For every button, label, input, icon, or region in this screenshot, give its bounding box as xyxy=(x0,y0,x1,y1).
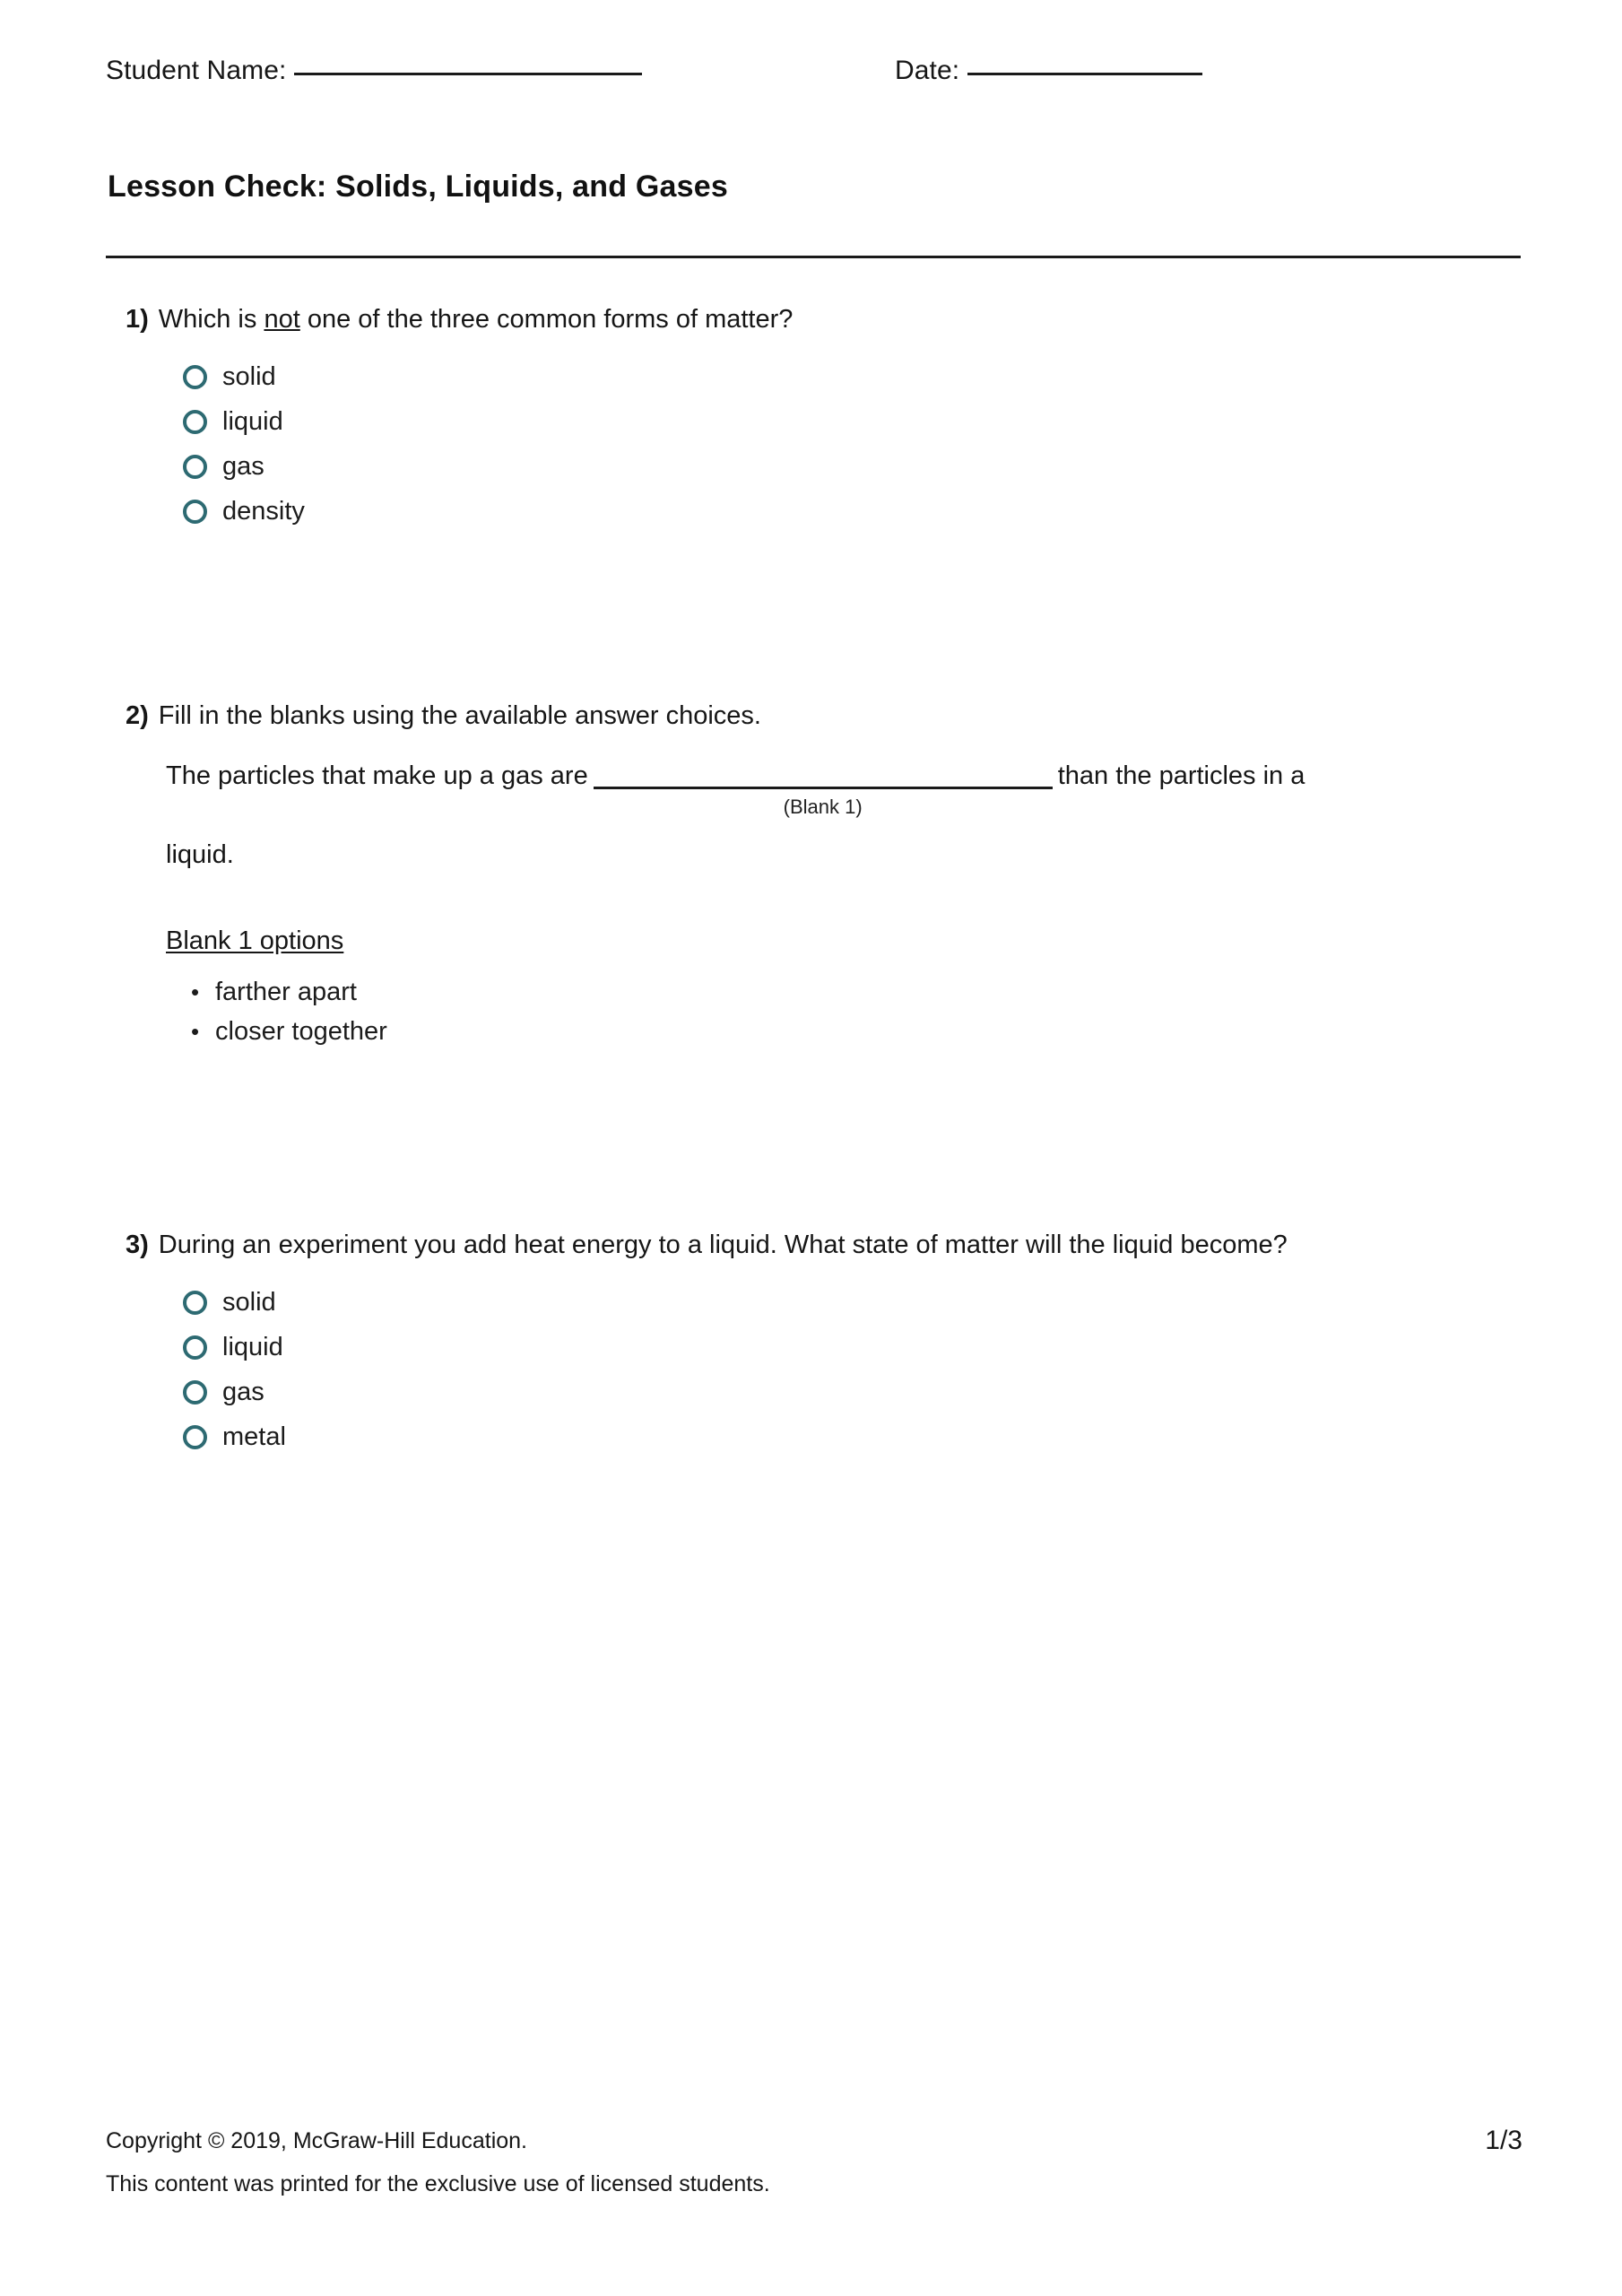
question-2-fill-in-sentence: The particles that make up a gas are (Bla… xyxy=(126,754,1524,876)
question-1-prompt: Which is not one of the three common for… xyxy=(159,301,1524,338)
radio-button-icon[interactable] xyxy=(183,454,207,479)
date-field: Date: xyxy=(895,56,1203,86)
radio-button-icon[interactable] xyxy=(183,499,207,524)
question-3-header: 3) During an experiment you add heat ene… xyxy=(126,1227,1399,1264)
page-footer: Copyright © 2019, McGraw-Hill Education.… xyxy=(106,2127,1522,2197)
question-1-prompt-part-2: one of the three common forms of matter? xyxy=(299,305,794,334)
worksheet-page: Student Name: Date: Lesson Check: Solids… xyxy=(0,0,1622,2296)
question-1-prompt-emphasis: not xyxy=(264,305,300,334)
question-2-prompt: Fill in the blanks using the available a… xyxy=(158,701,761,730)
student-name-write-line[interactable] xyxy=(294,73,643,75)
blank-1-write-line[interactable] xyxy=(593,787,1053,789)
radio-button-icon[interactable] xyxy=(183,364,207,389)
page-title: Lesson Check: Solids, Liquids, and Gases xyxy=(108,170,728,204)
question-2-sentence-line-2: liquid. xyxy=(166,840,234,869)
choice-label: solid xyxy=(222,1287,276,1317)
question-1-prompt-part-1: Which is xyxy=(158,305,265,334)
question-3-choice-liquid[interactable]: liquid xyxy=(183,1325,1399,1370)
question-1-choice-gas[interactable]: gas xyxy=(183,444,1524,489)
sentence-segment-start: The particles that make up a gas are xyxy=(166,761,588,790)
question-3-choice-solid[interactable]: solid xyxy=(183,1280,1399,1325)
license-notice: This content was printed for the exclusi… xyxy=(106,2171,770,2196)
date-label: Date: xyxy=(895,56,960,85)
student-name-label: Student Name: xyxy=(106,56,287,85)
student-name-field: Student Name: xyxy=(106,56,895,86)
choice-label: gas xyxy=(222,451,265,481)
page-number: 1/3 xyxy=(1485,2126,1522,2155)
blank-1-options-heading: Blank 1 options xyxy=(166,926,344,955)
radio-button-icon[interactable] xyxy=(183,1424,207,1449)
question-1-number: 1) xyxy=(126,305,149,334)
sentence-segment-middle: than the particles in a xyxy=(1057,761,1305,790)
question-2-number: 2) xyxy=(126,701,149,730)
footer-text-block: Copyright © 2019, McGraw-Hill Education.… xyxy=(106,2127,770,2197)
blank-1-answer-area[interactable]: (Blank 1) xyxy=(593,781,1053,817)
title-divider xyxy=(106,256,1521,258)
date-write-line[interactable] xyxy=(967,73,1203,75)
question-1-choice-density[interactable]: density xyxy=(183,489,1524,534)
option-item[interactable]: closer together xyxy=(191,1012,1524,1051)
choice-label: gas xyxy=(222,1377,265,1406)
question-1: 1) Which is not one of the three common … xyxy=(126,301,1524,534)
radio-button-icon[interactable] xyxy=(183,1379,207,1405)
question-3-choice-gas[interactable]: gas xyxy=(183,1370,1399,1414)
question-2-options-block: Blank 1 options farther apart closer tog… xyxy=(126,926,1524,1051)
choice-label: solid xyxy=(222,361,276,391)
radio-button-icon[interactable] xyxy=(183,409,207,434)
question-1-header: 1) Which is not one of the three common … xyxy=(126,301,1524,338)
choice-label: liquid xyxy=(222,406,283,436)
radio-button-icon[interactable] xyxy=(183,1290,207,1315)
copyright-notice: Copyright © 2019, McGraw-Hill Education. xyxy=(106,2128,527,2153)
blank-1-caption: (Blank 1) xyxy=(783,796,863,818)
question-2: 2) Fill in the blanks using the availabl… xyxy=(126,698,1524,1051)
question-1-choice-solid[interactable]: solid xyxy=(183,354,1524,399)
question-3-number: 3) xyxy=(126,1231,149,1259)
question-3: 3) During an experiment you add heat ene… xyxy=(126,1227,1399,1459)
question-2-header: 2) Fill in the blanks using the availabl… xyxy=(126,698,1524,735)
question-3-prompt: During an experiment you add heat energy… xyxy=(158,1231,1288,1259)
question-3-choices: solid liquid gas metal xyxy=(126,1280,1399,1459)
question-2-sentence-line-1: The particles that make up a gas are (Bla… xyxy=(166,754,1524,817)
question-1-choice-liquid[interactable]: liquid xyxy=(183,399,1524,444)
question-1-choices: solid liquid gas density xyxy=(126,354,1524,534)
student-info-row: Student Name: Date: xyxy=(106,56,1522,86)
question-3-choice-metal[interactable]: metal xyxy=(183,1414,1399,1459)
choice-label: metal xyxy=(222,1422,286,1451)
radio-button-icon[interactable] xyxy=(183,1335,207,1360)
choice-label: liquid xyxy=(222,1332,283,1361)
option-item[interactable]: farther apart xyxy=(191,972,1524,1012)
choice-label: density xyxy=(222,496,305,526)
blank-1-options-list: farther apart closer together xyxy=(166,972,1524,1051)
